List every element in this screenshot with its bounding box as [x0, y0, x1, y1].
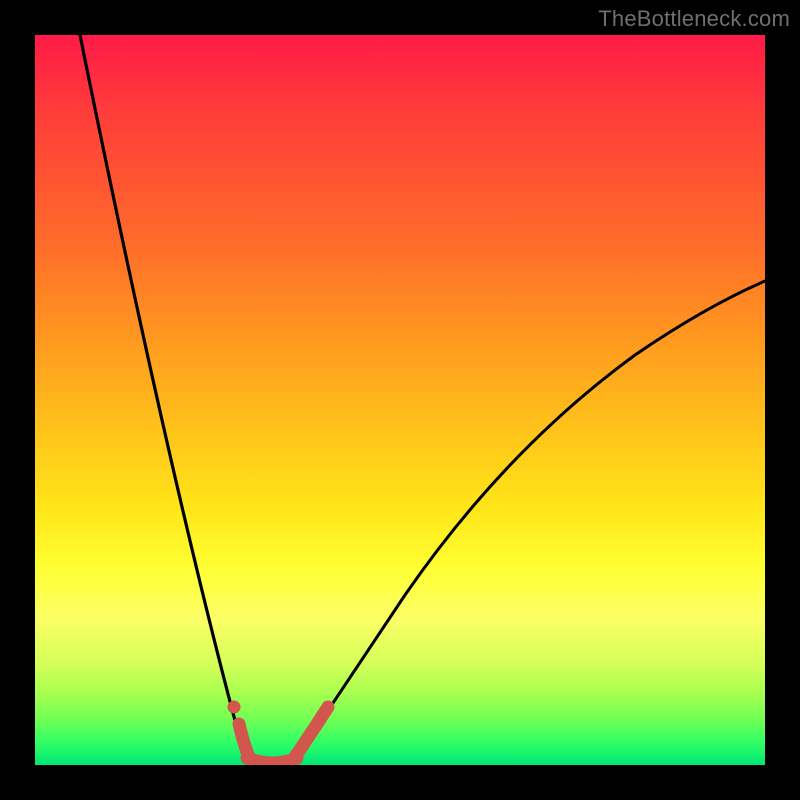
- watermark-text: TheBottleneck.com: [598, 6, 790, 32]
- optimum-dot: [228, 701, 241, 714]
- curve-left-branch: [80, 35, 250, 757]
- stage: TheBottleneck.com: [0, 0, 800, 800]
- optimum-left-hug: [239, 724, 249, 757]
- plot-area: [35, 35, 765, 765]
- curve-right-branch: [297, 281, 765, 757]
- optimum-flat-segment: [247, 758, 297, 763]
- optimum-right-hug: [295, 707, 328, 757]
- curve-layer: [35, 35, 765, 765]
